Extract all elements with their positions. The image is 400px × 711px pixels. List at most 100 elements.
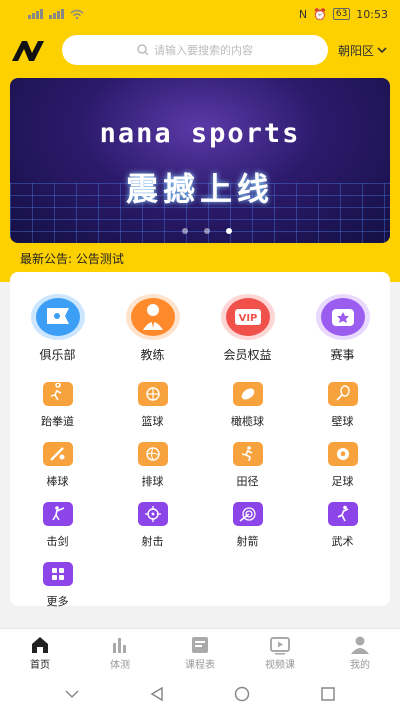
sport-item[interactable]: 击剑 [10,502,105,562]
sport-label: 田径 [236,475,259,488]
sport-item[interactable]: 足球 [295,442,390,502]
chevron-down-icon [377,46,387,53]
trophy-icon [315,294,370,340]
district-label: 朝阳区 [338,43,375,58]
more-icon [42,562,73,586]
basketball-icon [137,382,168,406]
baseball-icon [42,442,73,466]
sport-item[interactable]: 棒球 [10,442,105,502]
bottom-tab-bar: 首页 体测 课程表 视频课 我的 [0,628,400,676]
tab-label: 体测 [110,660,130,671]
vip-icon: VIP [220,294,275,340]
tab-label: 课程表 [185,660,215,671]
rugby-icon [232,382,263,406]
archery-icon [232,502,263,526]
category-card: 俱乐部 教练 VIP 会员权益 赛事 跆拳道 篮球 橄榄球 壁球棒球 排球 田径 足球击剑 射… [10,272,390,608]
featured-item-vip[interactable]: VIP 会员权益 [200,294,295,363]
video-icon [269,634,291,656]
search-input[interactable]: 请输入要搜索的内容 [62,35,328,65]
sport-label: 壁球 [331,415,354,428]
status-right: N ⏰ 63 10:53 [299,8,388,21]
sport-label: 排球 [141,475,164,488]
sport-label: 更多 [46,595,69,608]
recents-icon[interactable] [321,686,335,701]
tab-item[interactable]: 体测 [80,629,160,676]
taekwondo-icon [42,382,73,406]
featured-label: 会员权益 [223,348,272,362]
sport-item[interactable]: 武术 [295,502,390,562]
chart-icon [109,634,131,656]
profile-icon [349,634,371,656]
sport-item[interactable]: 射击 [105,502,200,562]
signal-icon [28,9,43,19]
schedule-icon [189,634,211,656]
banner-title: nana sports [99,118,301,149]
coach-icon [125,294,180,340]
tab-item[interactable]: 视频课 [240,629,320,676]
sport-label: 足球 [331,475,354,488]
sport-label: 篮球 [141,415,164,428]
sport-item[interactable]: 壁球 [295,382,390,442]
flag-icon [30,294,85,340]
sport-label: 跆拳道 [41,415,74,428]
home-icon [29,634,51,656]
shooting-icon [137,502,168,526]
featured-label: 赛事 [330,348,355,362]
sport-item[interactable]: 射箭 [200,502,295,562]
signal-icon [49,9,64,19]
search-placeholder: 请输入要搜索的内容 [154,44,253,57]
featured-item-coach[interactable]: 教练 [105,294,200,363]
sport-label: 棒球 [46,475,69,488]
tab-item[interactable]: 我的 [320,629,400,676]
sport-label: 击剑 [46,535,69,548]
sport-item[interactable]: 田径 [200,442,295,502]
system-nav-bar [0,676,400,711]
featured-label: 俱乐部 [39,348,76,362]
soccer-icon [327,442,358,466]
banner-pagination [182,228,232,234]
sport-item[interactable]: 跆拳道 [10,382,105,442]
tab-label: 我的 [350,660,370,671]
featured-row: 俱乐部 教练 VIP 会员权益 赛事 [10,294,390,363]
hide-keyboard-icon[interactable] [65,689,79,699]
svg-text:VIP: VIP [238,313,257,324]
squash-icon [327,382,358,406]
pagination-dot[interactable] [182,228,188,234]
sport-label: 橄榄球 [231,415,264,428]
tab-item[interactable]: 首页 [0,629,80,676]
pagination-dot-active[interactable] [226,228,232,234]
sport-item[interactable]: 更多 [10,562,105,622]
nfc-icon: N [298,7,308,21]
home-nav-icon[interactable] [234,686,250,702]
alarm-icon: ⏰ [313,7,327,21]
top-bar: 请输入要搜索的内容 朝阳区 [0,28,400,72]
sport-label: 射击 [141,535,164,548]
featured-item-event[interactable]: 赛事 [295,294,390,363]
featured-label: 教练 [140,348,165,362]
announcement[interactable]: 最新公告: 公告测试 [20,250,124,267]
logo-icon [12,41,44,61]
search-icon [137,44,149,56]
sport-grid: 跆拳道 篮球 橄榄球 壁球棒球 排球 田径 足球击剑 射击 射箭 武术更多 [10,382,390,622]
banner-subtitle: 震撼上线 [125,170,274,208]
status-bar: N ⏰ 63 10:53 [0,0,400,28]
sport-item[interactable]: 篮球 [105,382,200,442]
sport-item[interactable]: 排球 [105,442,200,502]
volleyball-icon [137,442,168,466]
tab-label: 视频课 [265,660,295,671]
district-selector[interactable]: 朝阳区 [338,42,387,59]
sport-label: 射箭 [236,535,259,548]
app-logo [10,35,54,65]
tab-label: 首页 [30,660,50,671]
clock: 10:53 [356,7,388,21]
tab-item[interactable]: 课程表 [160,629,240,676]
pagination-dot[interactable] [204,228,210,234]
sport-item[interactable]: 橄榄球 [200,382,295,442]
back-icon[interactable] [150,686,164,701]
sport-label: 武术 [331,535,354,548]
battery-level: 63 [332,8,351,20]
fencing-icon [42,502,73,526]
featured-item-club[interactable]: 俱乐部 [10,294,105,363]
promo-banner[interactable]: nana sports 震撼上线 [10,78,390,243]
martial-arts-icon [327,502,358,526]
